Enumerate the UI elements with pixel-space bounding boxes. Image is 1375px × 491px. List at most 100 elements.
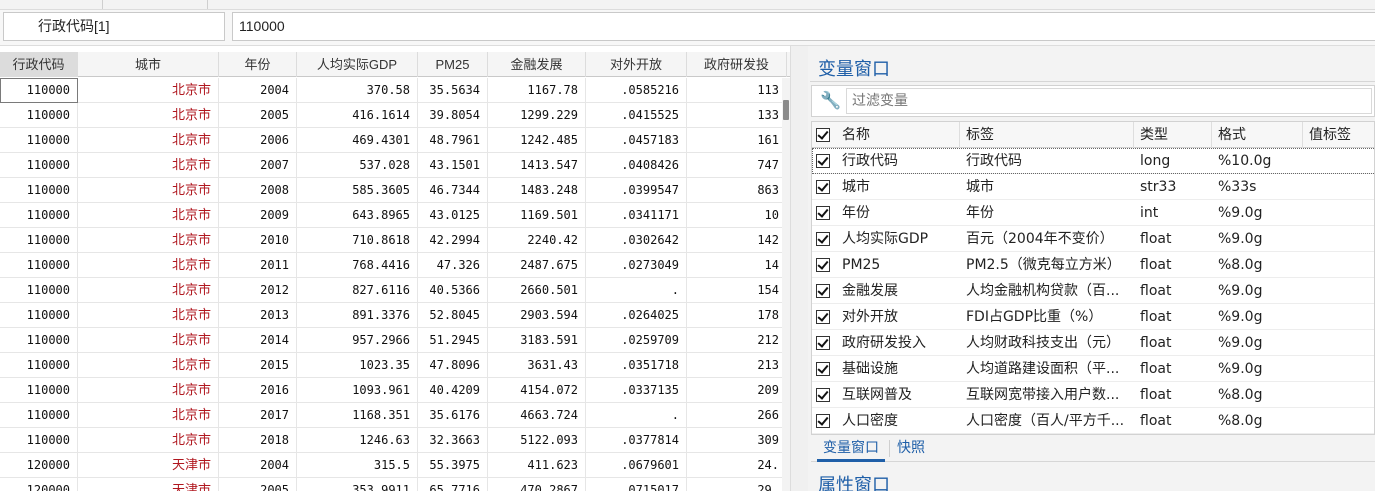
grid-cell-openness[interactable]: .0273049 (586, 253, 687, 278)
grid-cell-gov-rd[interactable]: 309 (687, 428, 787, 453)
grid-cell-gov-rd[interactable]: 863 (687, 178, 787, 203)
grid-cell-financial-development[interactable]: 2903.594 (488, 303, 586, 328)
grid-cell-financial-development[interactable]: 2240.42 (488, 228, 586, 253)
grid-cell-gov-rd[interactable]: 209 (687, 378, 787, 403)
grid-cell-gov-rd[interactable]: 133 (687, 103, 787, 128)
select-all-checkbox[interactable] (816, 128, 830, 142)
table-row[interactable]: 110000 北京市 2014 957.2966 51.2945 3183.591.025… (0, 328, 790, 353)
grid-header-col-year[interactable]: 年份 (219, 52, 297, 77)
grid-header-col-pm25[interactable]: PM25 (418, 52, 488, 77)
grid-cell-admin-code[interactable]: 110000 (0, 278, 78, 303)
grid-cell-gov-rd[interactable]: 24. (687, 453, 787, 478)
grid-cell-admin-code[interactable]: 110000 (0, 353, 78, 378)
grid-cell-admin-code[interactable]: 110000 (0, 203, 78, 228)
grid-cell-openness[interactable]: .0408426 (586, 153, 687, 178)
checkbox-checked-icon[interactable] (816, 284, 830, 298)
grid-cell-gov-rd[interactable]: 10 (687, 203, 787, 228)
variable-row[interactable]: 政府研发投入 人均财政科技支出（元） float %9.0g (812, 330, 1374, 356)
grid-cell-city[interactable]: 天津市 (78, 453, 219, 478)
grid-cell-city[interactable]: 北京市 (78, 278, 219, 303)
grid-cell-year[interactable]: 2004 (219, 78, 297, 103)
grid-cell-gdp-per-capita[interactable]: 315.5 (297, 453, 418, 478)
cell-value-box[interactable]: 110000 (232, 12, 1375, 41)
grid-cell-pm25[interactable]: 40.5366 (418, 278, 488, 303)
checkbox-checked-icon[interactable] (816, 388, 830, 402)
grid-cell-financial-development[interactable]: 2660.501 (488, 278, 586, 303)
grid-cell-pm25[interactable]: 40.4209 (418, 378, 488, 403)
grid-cell-financial-development[interactable]: 1169.501 (488, 203, 586, 228)
grid-cell-city[interactable]: 北京市 (78, 253, 219, 278)
grid-cell-openness[interactable]: .0377814 (586, 428, 687, 453)
variable-row[interactable]: 对外开放 FDI占GDP比重（%） float %9.0g (812, 304, 1374, 330)
grid-cell-openness[interactable]: .0341171 (586, 203, 687, 228)
grid-cell-openness[interactable]: . (586, 403, 687, 428)
grid-cell-year[interactable]: 2016 (219, 378, 297, 403)
grid-cell-admin-code[interactable]: 110000 (0, 78, 78, 103)
table-row[interactable]: 110000 北京市 2004 370.58 35.5634 1167.78.058521… (0, 78, 790, 103)
grid-cell-admin-code[interactable]: 110000 (0, 178, 78, 203)
grid-cell-pm25[interactable]: 35.6176 (418, 403, 488, 428)
grid-cell-gdp-per-capita[interactable]: 1246.63 (297, 428, 418, 453)
grid-cell-year[interactable]: 2018 (219, 428, 297, 453)
grid-cell-pm25[interactable]: 32.3663 (418, 428, 488, 453)
table-row[interactable]: 110000 北京市 2005 416.1614 39.8054 1299.229.041… (0, 103, 790, 128)
grid-cell-openness[interactable]: .0585216 (586, 78, 687, 103)
grid-cell-gdp-per-capita[interactable]: 537.028 (297, 153, 418, 178)
grid-cell-year[interactable]: 2012 (219, 278, 297, 303)
table-row[interactable]: 110000 北京市 2016 1093.961 40.4209 4154.072.033… (0, 378, 790, 403)
grid-cell-gdp-per-capita[interactable]: 1023.35 (297, 353, 418, 378)
wrench-icon[interactable]: 🔧 (820, 91, 841, 111)
grid-cell-year[interactable]: 2011 (219, 253, 297, 278)
grid-cell-openness[interactable]: .0715017 (586, 478, 687, 491)
variables-header-label[interactable]: 标签 (960, 122, 1134, 148)
grid-cell-admin-code[interactable]: 110000 (0, 328, 78, 353)
grid-cell-admin-code[interactable]: 110000 (0, 378, 78, 403)
grid-cell-gdp-per-capita[interactable]: 469.4301 (297, 128, 418, 153)
grid-cell-gdp-per-capita[interactable]: 957.2966 (297, 328, 418, 353)
grid-cell-financial-development[interactable]: 411.623 (488, 453, 586, 478)
grid-cell-financial-development[interactable]: 470.2867 (488, 478, 586, 491)
table-row[interactable]: 110000 北京市 2007 537.028 43.1501 1413.547.0408… (0, 153, 790, 178)
grid-cell-gdp-per-capita[interactable]: 710.8618 (297, 228, 418, 253)
grid-cell-year[interactable]: 2008 (219, 178, 297, 203)
grid-cell-gdp-per-capita[interactable]: 370.58 (297, 78, 418, 103)
grid-cell-openness[interactable]: .0264025 (586, 303, 687, 328)
grid-cell-city[interactable]: 北京市 (78, 353, 219, 378)
grid-cell-financial-development[interactable]: 3183.591 (488, 328, 586, 353)
variable-row[interactable]: 行政代码 行政代码 long %10.0g (812, 148, 1374, 174)
grid-cell-city[interactable]: 北京市 (78, 378, 219, 403)
variable-row[interactable]: 人口密度 人口密度（百人/平方千... float %8.0g (812, 408, 1374, 434)
checkbox-checked-icon[interactable] (816, 414, 830, 428)
variable-row[interactable]: 基础设施 人均道路建设面积（平... float %9.0g (812, 356, 1374, 382)
grid-cell-financial-development[interactable]: 3631.43 (488, 353, 586, 378)
grid-cell-admin-code[interactable]: 120000 (0, 478, 78, 491)
variables-header-value-label[interactable]: 值标签 (1303, 122, 1374, 148)
grid-cell-year[interactable]: 2009 (219, 203, 297, 228)
grid-cell-admin-code[interactable]: 110000 (0, 228, 78, 253)
grid-cell-pm25[interactable]: 48.7961 (418, 128, 488, 153)
variables-header-format[interactable]: 格式 (1212, 122, 1303, 148)
table-row[interactable]: 110000 北京市 2009 643.8965 43.0125 1169.501.034… (0, 203, 790, 228)
table-row[interactable]: 110000 北京市 2013 891.3376 52.8045 2903.594.026… (0, 303, 790, 328)
grid-cell-city[interactable]: 天津市 (78, 478, 219, 491)
grid-header-col-gov-rd[interactable]: 政府研发投 (687, 52, 787, 77)
filter-variables-input[interactable] (846, 88, 1372, 114)
grid-cell-gov-rd[interactable]: 161 (687, 128, 787, 153)
grid-cell-year[interactable]: 2013 (219, 303, 297, 328)
grid-cell-pm25[interactable]: 42.2994 (418, 228, 488, 253)
grid-cell-openness[interactable]: .0337135 (586, 378, 687, 403)
grid-cell-admin-code[interactable]: 110000 (0, 128, 78, 153)
grid-cell-pm25[interactable]: 52.8045 (418, 303, 488, 328)
table-row[interactable]: 110000 北京市 2015 1023.35 47.8096 3631.43.03517… (0, 353, 790, 378)
grid-cell-city[interactable]: 北京市 (78, 403, 219, 428)
grid-cell-gdp-per-capita[interactable]: 891.3376 (297, 303, 418, 328)
grid-cell-admin-code[interactable]: 110000 (0, 103, 78, 128)
table-row[interactable]: 110000 北京市 2012 827.6116 40.5366 2660.501. 154 (0, 278, 790, 303)
table-row[interactable]: 110000 北京市 2008 585.3605 46.7344 1483.248.039… (0, 178, 790, 203)
grid-cell-gov-rd[interactable]: 113 (687, 78, 787, 103)
variable-row[interactable]: PM25 PM2.5（微克每立方米） float %8.0g (812, 252, 1374, 278)
variables-header-name[interactable]: 名称 (836, 122, 960, 148)
grid-cell-city[interactable]: 北京市 (78, 203, 219, 228)
grid-cell-financial-development[interactable]: 1483.248 (488, 178, 586, 203)
grid-cell-year[interactable]: 2017 (219, 403, 297, 428)
